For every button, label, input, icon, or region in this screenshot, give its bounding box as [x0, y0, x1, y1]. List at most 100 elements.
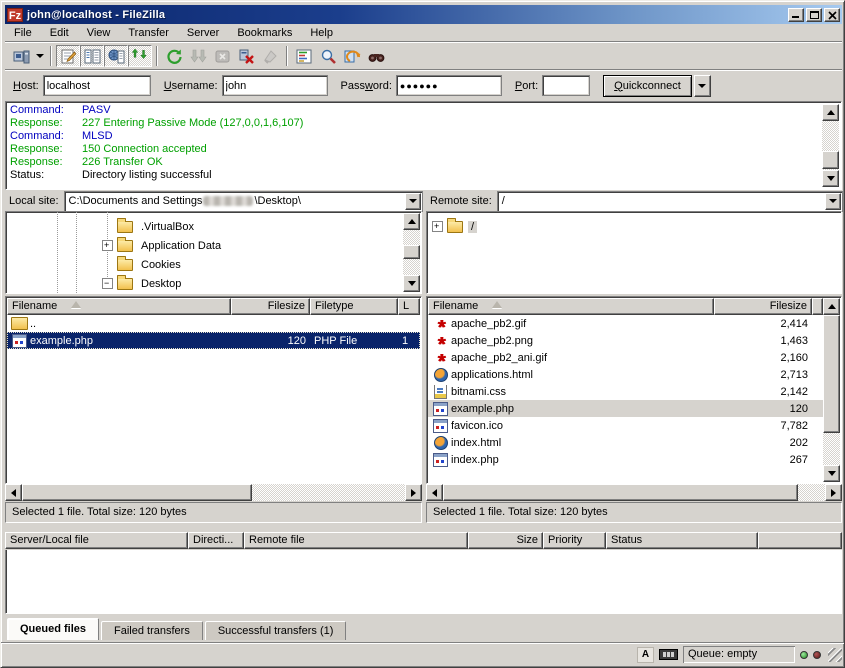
scrollbar-thumb[interactable]: [823, 315, 840, 433]
process-queue-button[interactable]: [186, 45, 210, 67]
log-scrollbar[interactable]: [822, 104, 839, 187]
column-header-filesize[interactable]: Filesize: [714, 298, 812, 315]
column-header-filetype[interactable]: Filetype: [310, 298, 398, 315]
menu-help[interactable]: Help: [301, 25, 342, 42]
queue-column-priority[interactable]: Priority: [543, 532, 606, 549]
queue-column-size[interactable]: Size: [468, 532, 543, 549]
menu-file[interactable]: File: [5, 25, 41, 42]
cancel-operation-button[interactable]: [210, 45, 234, 67]
scroll-down-icon[interactable]: [822, 170, 839, 187]
redacted-username: [203, 196, 253, 206]
site-manager-button[interactable]: [9, 45, 33, 67]
file-row[interactable]: index.html 202: [428, 434, 823, 451]
scrollbar-thumb[interactable]: [403, 245, 420, 259]
remote-horizontal-scrollbar[interactable]: [426, 484, 842, 501]
scroll-down-icon[interactable]: [403, 275, 420, 292]
tree-item[interactable]: .VirtualBox: [6, 217, 403, 236]
remote-file-list: Filename Filesize apache_pb2.gif 2,414 a…: [426, 296, 842, 484]
column-header-filename[interactable]: Filename: [428, 298, 714, 315]
remote-site-dropdown-button[interactable]: [825, 193, 841, 210]
local-tree-scrollbar[interactable]: [403, 213, 420, 292]
tab-successful-transfers[interactable]: Successful transfers (1): [205, 621, 347, 640]
refresh-button[interactable]: [162, 45, 186, 67]
menu-bookmarks[interactable]: Bookmarks: [228, 25, 301, 42]
queue-column-status[interactable]: Status: [606, 532, 758, 549]
toggle-transfer-queue-button[interactable]: [128, 45, 152, 67]
file-row[interactable]: applications.html 2,713: [428, 366, 823, 383]
local-site-combo[interactable]: C:\Documents and Settings\Desktop\: [65, 192, 422, 211]
menu-transfer[interactable]: Transfer: [119, 25, 178, 42]
local-site-dropdown-button[interactable]: [405, 193, 421, 210]
scroll-right-icon[interactable]: [825, 484, 842, 501]
scroll-up-icon[interactable]: [403, 213, 420, 230]
file-icon: [11, 317, 28, 331]
file-row[interactable]: apache_pb2_ani.gif 2,160: [428, 349, 823, 366]
file-row[interactable]: favicon.ico 7,782: [428, 417, 823, 434]
column-header-filesize[interactable]: Filesize: [231, 298, 310, 315]
scroll-left-icon[interactable]: [426, 484, 443, 501]
password-input[interactable]: [397, 76, 501, 95]
toggle-message-log-button[interactable]: [56, 45, 80, 67]
file-row[interactable]: ..: [7, 315, 420, 332]
file-row[interactable]: index.php 267: [428, 451, 823, 468]
scrollbar-thumb[interactable]: [822, 151, 839, 169]
find-files-button[interactable]: [364, 45, 388, 67]
scrollbar-thumb[interactable]: [443, 484, 798, 501]
cancel-operation-icon: [214, 48, 231, 65]
scroll-down-icon[interactable]: [823, 465, 840, 482]
file-row[interactable]: apache_pb2.gif 2,414: [428, 315, 823, 332]
transfer-queue-list[interactable]: [5, 550, 842, 614]
scroll-right-icon[interactable]: [405, 484, 422, 501]
tree-item[interactable]: Desktop: [6, 274, 403, 293]
column-header-filename[interactable]: Filename: [7, 298, 231, 315]
tree-item[interactable]: /: [427, 217, 823, 236]
toggle-remote-treeview-button[interactable]: [104, 45, 128, 67]
host-input[interactable]: [44, 76, 150, 95]
port-input[interactable]: [543, 76, 589, 95]
resize-grip[interactable]: [828, 648, 842, 662]
queue-column-direction[interactable]: Directi...: [188, 532, 244, 549]
tab-failed-transfers[interactable]: Failed transfers: [101, 621, 203, 640]
compare-directories-button[interactable]: [316, 45, 340, 67]
scroll-up-icon[interactable]: [822, 104, 839, 121]
queue-column-remotefile[interactable]: Remote file: [244, 532, 468, 549]
maximize-button[interactable]: [806, 8, 822, 22]
scroll-up-icon[interactable]: [823, 298, 840, 315]
local-horizontal-scrollbar[interactable]: [5, 484, 422, 501]
queue-column-serverlocal[interactable]: Server/Local file: [5, 532, 188, 549]
toggle-local-treeview-button[interactable]: [80, 45, 104, 67]
transfer-type-ascii-icon[interactable]: A: [637, 647, 654, 663]
toolbar-separator: [286, 46, 288, 66]
scrollbar-thumb[interactable]: [22, 484, 252, 501]
close-button[interactable]: [824, 8, 840, 22]
menu-view[interactable]: View: [78, 25, 120, 42]
reconnect-button[interactable]: [258, 45, 282, 67]
file-icon: [432, 385, 449, 399]
scroll-left-icon[interactable]: [5, 484, 22, 501]
disconnect-button[interactable]: [234, 45, 258, 67]
minimize-button[interactable]: [788, 8, 804, 22]
speedlimit-icon[interactable]: [659, 649, 678, 660]
sort-ascending-icon: [492, 301, 502, 308]
tab-queued-files[interactable]: Queued files: [7, 618, 99, 640]
synchronized-browsing-button[interactable]: [340, 45, 364, 67]
remote-list-scrollbar[interactable]: [823, 298, 840, 482]
file-row[interactable]: apache_pb2.png 1,463: [428, 332, 823, 349]
menu-edit[interactable]: Edit: [41, 25, 78, 42]
username-input[interactable]: [223, 76, 327, 95]
tree-expander-icon[interactable]: [102, 278, 113, 289]
quickconnect-dropdown-button[interactable]: [694, 75, 711, 97]
site-manager-dropdown-icon[interactable]: [33, 45, 46, 67]
file-row[interactable]: example.php 120: [428, 400, 823, 417]
tree-expander-icon[interactable]: [102, 240, 113, 251]
directory-listing-filters-button[interactable]: [292, 45, 316, 67]
remote-site-combo[interactable]: /: [498, 192, 842, 211]
tree-item[interactable]: Cookies: [6, 255, 403, 274]
menu-server[interactable]: Server: [178, 25, 228, 42]
quickconnect-button[interactable]: Quickconnect: [603, 75, 692, 97]
file-row[interactable]: bitnami.css 2,142: [428, 383, 823, 400]
file-row[interactable]: example.php 120 PHP File 1: [7, 332, 420, 349]
tree-item[interactable]: Application Data: [6, 236, 403, 255]
tree-expander-icon[interactable]: [432, 221, 443, 232]
column-header-lastmodified[interactable]: L: [398, 298, 420, 315]
